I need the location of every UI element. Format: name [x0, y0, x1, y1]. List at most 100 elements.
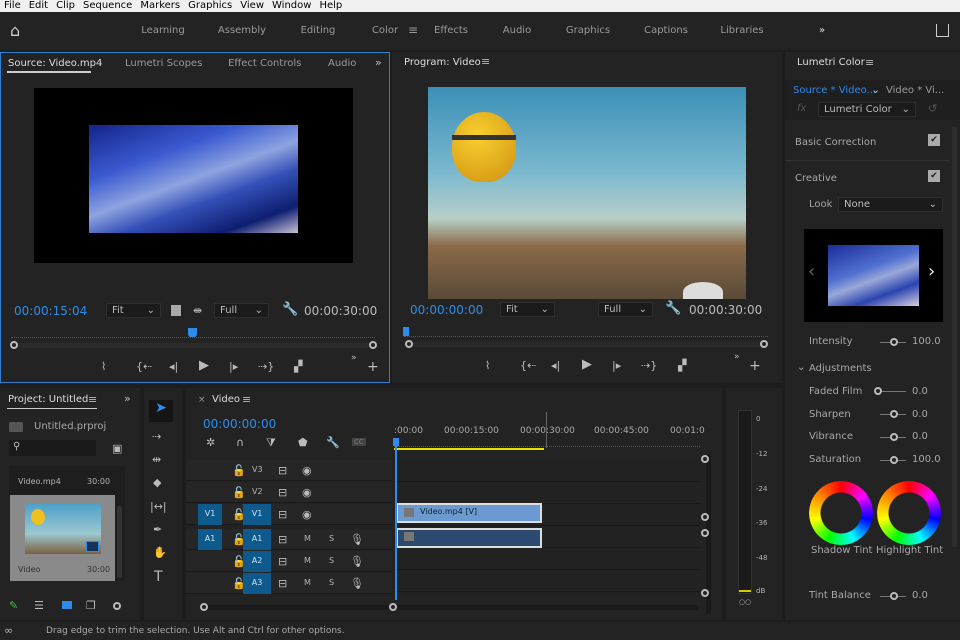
panel-overflow-icon[interactable]: »: [124, 392, 131, 405]
lumetri-title[interactable]: Lumetri Color: [797, 57, 865, 68]
chevron-down-icon[interactable]: ⌄: [871, 83, 880, 96]
mute-button[interactable]: M: [304, 556, 311, 565]
microphone-icon[interactable]: 🎙: [350, 533, 364, 546]
play-icon[interactable]: ▶: [199, 358, 209, 373]
pen-tool-icon[interactable]: ✒: [153, 523, 162, 536]
panel-menu-icon[interactable]: ≡: [242, 393, 251, 406]
freeform-view-icon[interactable]: ❐: [86, 599, 96, 612]
more-buttons-icon[interactable]: »: [351, 353, 357, 363]
horizontal-scrollbar[interactable]: [204, 605, 698, 610]
add-marker-icon[interactable]: ⌇: [101, 360, 106, 373]
slider-knob[interactable]: [890, 592, 898, 600]
program-zoom-scrollbar[interactable]: [410, 342, 762, 347]
menu-sequence[interactable]: Sequence: [83, 0, 132, 11]
scroll-handle[interactable]: [701, 513, 709, 521]
scroll-handle-right[interactable]: [369, 341, 377, 349]
more-workspaces-icon[interactable]: »: [819, 25, 825, 36]
track-select-tool-icon[interactable]: ⇢: [152, 430, 161, 443]
tab-audio[interactable]: Audio: [328, 58, 356, 69]
solo-button[interactable]: S: [329, 578, 334, 587]
adjustments-section[interactable]: Adjustments: [809, 363, 872, 374]
lock-icon[interactable]: 🔓: [232, 486, 246, 499]
timeline-timecode[interactable]: 00:00:00:00: [203, 417, 276, 431]
slider-knob[interactable]: [890, 410, 898, 418]
solo-button[interactable]: S: [329, 534, 334, 543]
sharpen-value[interactable]: 0.0: [912, 409, 928, 420]
lumetri-scrollbar[interactable]: [952, 127, 957, 547]
sync-lock-icon[interactable]: ⊟: [278, 508, 287, 521]
scroll-handle[interactable]: [701, 455, 709, 463]
look-dropdown[interactable]: None ⌄: [838, 197, 943, 212]
track-target-a2[interactable]: A2: [243, 551, 271, 572]
captions-button[interactable]: CC: [352, 438, 366, 446]
saturation-value[interactable]: 100.0: [912, 454, 941, 465]
scroll-handle-right[interactable]: [389, 603, 397, 611]
tab-source[interactable]: Source: Video.mp4: [8, 58, 102, 69]
drag-video-icon[interactable]: ⇼: [193, 304, 202, 317]
wrench-icon[interactable]: 🔧: [282, 302, 298, 317]
menu-view[interactable]: View: [240, 0, 264, 11]
track-target-a1[interactable]: A1: [243, 529, 271, 550]
sync-lock-icon[interactable]: ⊟: [278, 464, 287, 477]
creative-section[interactable]: Creative: [795, 173, 837, 184]
effect-dropdown[interactable]: Lumetri Color ⌄: [818, 102, 916, 117]
basic-correction-section[interactable]: Basic Correction: [795, 137, 876, 148]
zoom-slider-icon[interactable]: [113, 602, 121, 610]
new-bin-icon[interactable]: ▣: [112, 442, 122, 455]
sync-lock-icon[interactable]: ⊟: [278, 577, 287, 590]
menu-edit[interactable]: Edit: [29, 0, 48, 11]
source-zoom-dropdown[interactable]: Fit ⌄: [106, 303, 161, 318]
tab-source-clip[interactable]: Source * Video...: [793, 85, 876, 96]
wrench-icon[interactable]: 🔧: [665, 301, 681, 316]
menu-graphics[interactable]: Graphics: [188, 0, 232, 11]
workspace-audio[interactable]: Audio: [503, 25, 531, 36]
program-timecode[interactable]: 00:00:00:00: [410, 303, 483, 317]
eye-icon[interactable]: ◉: [302, 486, 312, 499]
eye-icon[interactable]: ◉: [302, 464, 312, 477]
menu-markers[interactable]: Markers: [140, 0, 180, 11]
sync-lock-icon[interactable]: ⊟: [278, 486, 287, 499]
button-editor-icon[interactable]: +: [749, 358, 761, 374]
scroll-handle-left[interactable]: [10, 341, 18, 349]
solo-buttons-icon[interactable]: ○○: [739, 598, 751, 606]
work-area-bar[interactable]: [394, 448, 544, 450]
timeline-playhead[interactable]: [395, 440, 397, 600]
project-search-input[interactable]: ⚲: [9, 440, 96, 456]
panel-menu-icon[interactable]: ≡: [481, 55, 490, 68]
mute-button[interactable]: M: [304, 534, 311, 543]
scroll-handle-left[interactable]: [405, 340, 413, 348]
chevron-left-icon[interactable]: ‹: [808, 261, 815, 282]
vibrance-value[interactable]: 0.0: [912, 431, 928, 442]
audio-clip[interactable]: [396, 528, 542, 548]
slider-knob[interactable]: [890, 338, 898, 346]
program-ruler[interactable]: [404, 329, 768, 337]
more-buttons-icon[interactable]: »: [734, 352, 740, 362]
icon-view-icon[interactable]: [62, 601, 72, 609]
scroll-handle-right[interactable]: [760, 340, 768, 348]
wrench-icon[interactable]: 🔧: [326, 436, 340, 449]
mark-in-icon[interactable]: {⇠: [136, 360, 152, 373]
intensity-value[interactable]: 100.0: [912, 336, 941, 347]
source-patch-v1[interactable]: V1: [198, 504, 222, 525]
project-item-name[interactable]: Video.mp4: [18, 477, 61, 486]
project-scrollbar[interactable]: [117, 506, 122, 578]
add-marker-icon[interactable]: ⌇: [485, 359, 490, 372]
hand-tool-icon[interactable]: ✋: [153, 546, 167, 559]
insert-icon[interactable]: ▞: [294, 360, 302, 373]
menu-file[interactable]: File: [4, 0, 21, 11]
step-back-icon[interactable]: ◂|: [551, 359, 560, 372]
menu-help[interactable]: Help: [319, 0, 342, 11]
microphone-icon[interactable]: 🎙: [350, 577, 364, 590]
chevron-down-icon[interactable]: ⌄: [797, 362, 805, 373]
linked-selection-icon[interactable]: ⧩: [266, 436, 276, 450]
menu-clip[interactable]: Clip: [56, 0, 75, 11]
source-quality-dropdown[interactable]: Full ⌄: [214, 303, 269, 318]
slider-knob[interactable]: [874, 387, 882, 395]
lock-icon[interactable]: 🔓: [232, 464, 246, 477]
shadow-tint-wheel[interactable]: [809, 481, 873, 545]
tab-sequence-clip[interactable]: Video * Vi...: [886, 85, 944, 96]
tab-timeline-video[interactable]: Video: [212, 394, 240, 405]
source-timecode[interactable]: 00:00:15:04: [14, 304, 87, 318]
settings-square-icon[interactable]: [171, 305, 181, 316]
workspace-color[interactable]: Color: [372, 25, 398, 36]
